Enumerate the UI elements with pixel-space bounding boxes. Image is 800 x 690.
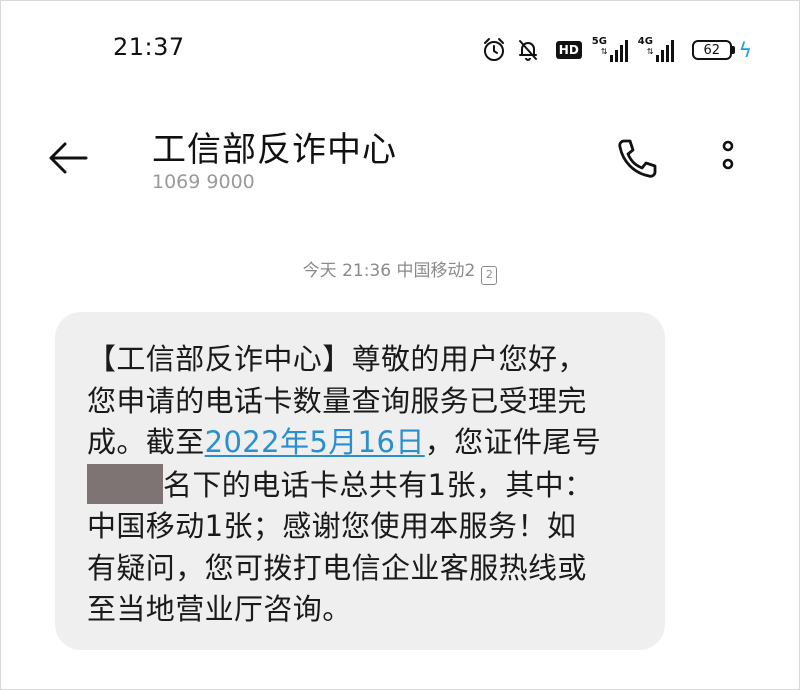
battery-level: 62 [691, 40, 732, 60]
mute-bell-icon [516, 37, 540, 63]
call-button[interactable] [612, 136, 660, 180]
message-line-5: 中国移动1张；感谢您使用本服务！如 [87, 509, 577, 543]
phone-icon [618, 139, 657, 178]
message-text: 【工信部反诈中心】尊敬的用户您好， 您申请的电话卡数量查询服务已受理完 成。截至… [87, 339, 635, 631]
message-line-4-text: 名下的电话卡总共有1张，其中： [163, 467, 594, 502]
signal-5g-icon: 5G ⇅ [591, 36, 628, 62]
battery-icon: 62 ϟ [691, 38, 752, 62]
contact-number: 1069 9000 [152, 171, 255, 193]
signal-4g-icon: 4G ⇅ [637, 36, 674, 62]
date-link[interactable]: 2022年5月16日 [205, 425, 425, 459]
message-line-2: 您申请的电话卡数量查询服务已受理完 [87, 383, 587, 418]
more-vertical-icon [722, 140, 734, 170]
message-bubble[interactable]: 【工信部反诈中心】尊敬的用户您好， 您申请的电话卡数量查询服务已受理完 成。截至… [55, 312, 665, 650]
sim-2-icon: 2 [481, 266, 498, 285]
redaction-block [87, 463, 163, 504]
message-carrier: 中国移动2 [396, 261, 476, 281]
status-icons: HD 5G ⇅ 4G ⇅ 62 ϟ [482, 35, 752, 65]
message-line-3-suffix: ，您证件尾号 [424, 425, 602, 459]
message-line-3-prefix: 成。截至 [87, 425, 205, 459]
message-timestamp: 今天 21:36 [302, 261, 392, 281]
status-time: 21:37 [113, 33, 185, 61]
message-line-6: 有疑问，您可拨打电信企业客服热线或 [87, 550, 587, 585]
message-line-7: 至当地营业厅咨询。 [87, 592, 352, 626]
data-arrows-icon: ⇅ [600, 47, 608, 56]
sim1-network-label: 5G [591, 36, 607, 47]
back-button[interactable] [46, 138, 92, 178]
message-meta: 今天 21:36 中国移动2 2 [0, 256, 800, 285]
hd-voice-icon: HD [555, 41, 582, 59]
back-arrow-icon [49, 142, 88, 174]
sim2-network-label: 4G [637, 36, 653, 47]
more-options-button[interactable] [716, 138, 740, 178]
message-line-1: 【工信部反诈中心】尊敬的用户您好， [87, 342, 587, 376]
message-line-4: 名下的电话卡总共有1张，其中： [87, 463, 635, 507]
contact-name: 工信部反诈中心 [152, 130, 397, 170]
message-line-3: 成。截至2022年5月16日，您证件尾号 [87, 422, 635, 464]
alarm-icon [482, 37, 506, 63]
data-arrows-icon: ⇅ [646, 47, 654, 56]
charging-bolt-icon: ϟ [738, 38, 752, 62]
